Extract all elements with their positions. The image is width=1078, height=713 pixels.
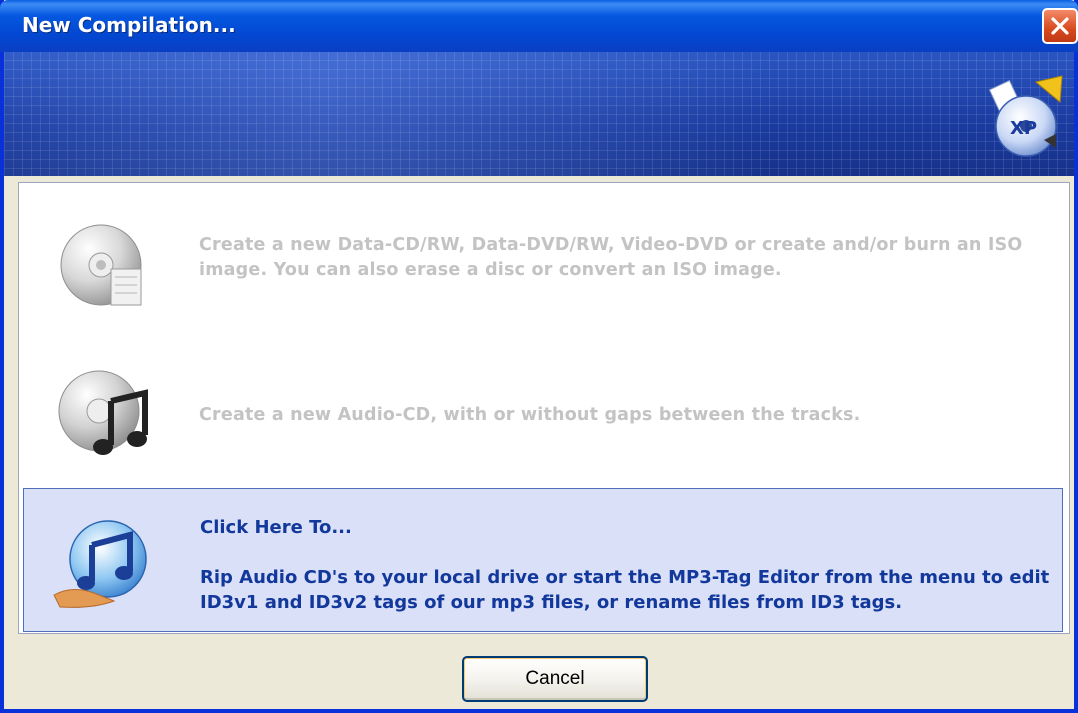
window-title: New Compilation...: [22, 13, 236, 37]
data-cd-icon: [60, 224, 142, 306]
close-icon: [1051, 17, 1069, 35]
option-rip-audio[interactable]: Click Here To... Rip Audio CD's to your …: [23, 488, 1063, 632]
title-bar[interactable]: New Compilation...: [0, 0, 1078, 52]
option-data-cd-text: Create a new Data-CD/RW, Data-DVD/RW, Vi…: [199, 235, 1023, 280]
xp-disc-logo-icon: XP: [988, 75, 1063, 157]
option-rip-text: Rip Audio CD's to your local drive or st…: [200, 567, 1050, 613]
option-rip-heading: Click Here To...: [200, 517, 352, 538]
svg-text:XP: XP: [1010, 118, 1037, 139]
header-banner: XP: [4, 52, 1074, 176]
cancel-button[interactable]: Cancel: [462, 656, 648, 702]
dialog-window: New Compilation... XP Create a new Data-…: [0, 0, 1078, 713]
rip-audio-icon: [53, 520, 147, 608]
close-button[interactable]: [1042, 8, 1078, 44]
audio-cd-icon: [58, 370, 148, 455]
option-audio-cd[interactable]: Create a new Audio-CD, with or without g…: [19, 333, 1069, 481]
options-panel: Create a new Data-CD/RW, Data-DVD/RW, Vi…: [18, 182, 1070, 634]
option-data-cd[interactable]: Create a new Data-CD/RW, Data-DVD/RW, Vi…: [19, 183, 1069, 333]
option-audio-cd-text: Create a new Audio-CD, with or without g…: [199, 405, 861, 425]
